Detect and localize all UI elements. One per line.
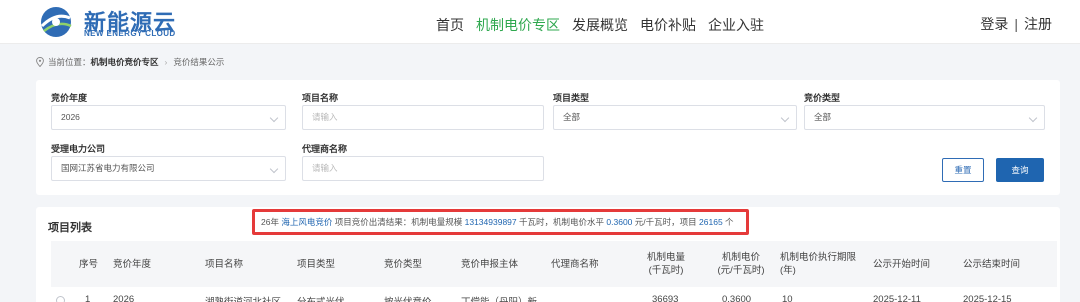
summary-text-2: 千瓦时，机制电价水平 bbox=[519, 217, 605, 227]
agent-placeholder: 请输入 bbox=[312, 163, 338, 173]
query-button[interactable]: 查询 bbox=[996, 158, 1044, 182]
col-price: 机制电价 (元/千瓦时) bbox=[717, 252, 765, 276]
col-volume: 机制电量 (千瓦时) bbox=[646, 252, 685, 276]
company-label: 受理电力公司 bbox=[51, 144, 106, 154]
register-link[interactable]: 注册 bbox=[1024, 16, 1052, 32]
login-link[interactable]: 登录 bbox=[980, 16, 1008, 32]
summary-count: 26165 bbox=[699, 217, 723, 227]
cell-bid-type: 按光伏竞价 bbox=[384, 294, 432, 302]
col-end-date: 公示结束时间 bbox=[963, 259, 1021, 270]
project-type-value: 全部 bbox=[563, 112, 581, 122]
cell-bid-entity: 丁偿能（丹阳）新 bbox=[461, 294, 537, 302]
company-value: 国网江苏省电力有限公司 bbox=[61, 163, 155, 173]
col-start-date: 公示开始时间 bbox=[873, 259, 931, 270]
summary-bid-type[interactable]: 海上风电竞价 bbox=[281, 217, 332, 227]
agent-input[interactable]: 请输入 bbox=[302, 156, 544, 181]
auth-separator: | bbox=[1014, 16, 1018, 32]
cell-start-date: 2025-12-11 bbox=[873, 294, 921, 302]
year-label: 竞价年度 bbox=[51, 93, 88, 103]
breadcrumb-section[interactable]: 机制电价竞价专区 bbox=[91, 56, 159, 68]
year-value: 2026 bbox=[61, 112, 80, 122]
breadcrumb-prefix: 当前位置： bbox=[48, 57, 91, 67]
top-header: 新能源云 NEW ENERGY CLOUD 首页 机制电价专区 发展概览 电价补… bbox=[0, 0, 1080, 44]
agent-label: 代理商名称 bbox=[302, 144, 348, 154]
radio-icon[interactable] bbox=[56, 296, 65, 302]
cell-period: 10 bbox=[782, 294, 793, 302]
cell-price: 0.3600 bbox=[722, 294, 752, 302]
breadcrumb: 当前位置： 机制电价竞价专区 › 竞价结果公示 bbox=[36, 56, 224, 68]
summary-year: 26年 bbox=[261, 217, 279, 227]
nav-subsidy[interactable]: 电价补贴 bbox=[640, 15, 696, 35]
chevron-down-icon bbox=[1028, 113, 1038, 123]
col-index: 序号 bbox=[79, 259, 99, 270]
company-select[interactable]: 国网江苏省电力有限公司 bbox=[51, 156, 286, 181]
col-bid-type: 竞价类型 bbox=[384, 259, 423, 270]
nav-enterprise[interactable]: 企业入驻 bbox=[708, 15, 764, 35]
summary-text-1: 项目竞价出清结果：机制电量规模 bbox=[334, 217, 463, 227]
nav-mechanism-price[interactable]: 机制电价专区 bbox=[476, 15, 560, 35]
filter-panel: 竞价年度 2026 项目名称 请输入 项目类型 全部 竞价类型 全部 受理电力公… bbox=[36, 80, 1060, 195]
chevron-down-icon bbox=[269, 164, 279, 174]
project-list-panel: 项目列表 26年 海上风电竞价 项目竞价出清结果：机制电量规模 13134939… bbox=[36, 207, 1060, 302]
summary-text-3: 元/千瓦时，项目 bbox=[634, 217, 697, 227]
cell-project-name[interactable]: 湖熟街道河北社区 bbox=[205, 294, 281, 302]
chevron-down-icon bbox=[780, 113, 790, 123]
logo-subtext: NEW ENERGY CLOUD bbox=[84, 29, 176, 38]
project-name-placeholder: 请输入 bbox=[312, 112, 338, 122]
logo-icon bbox=[40, 7, 72, 37]
col-year: 竞价年度 bbox=[113, 259, 152, 270]
summary-volume: 13134939897 bbox=[464, 217, 517, 227]
chevron-down-icon bbox=[269, 113, 279, 123]
reset-button[interactable]: 重置 bbox=[942, 158, 984, 182]
auth-links: 登录 | 注册 bbox=[980, 14, 1052, 34]
cell-project-type: 分布式光伏 bbox=[297, 294, 345, 302]
cell-volume: 36693 bbox=[652, 294, 679, 302]
bid-type-select[interactable]: 全部 bbox=[804, 105, 1045, 130]
location-pin-icon bbox=[36, 57, 44, 67]
breadcrumb-current: 竞价结果公示 bbox=[173, 57, 225, 67]
col-period: 机制电价执行期限 (年) bbox=[780, 252, 857, 276]
nav-home[interactable]: 首页 bbox=[436, 15, 464, 35]
table-row[interactable]: 1 2026 湖熟街道河北社区 分布式光伏 按光伏竞价 丁偿能（丹阳）新 366… bbox=[51, 287, 1057, 302]
col-bid-entity: 竞价申报主体 bbox=[461, 259, 519, 270]
cell-end-date: 2025-12-15 bbox=[963, 294, 1012, 302]
project-type-select[interactable]: 全部 bbox=[553, 105, 797, 130]
summary-text-4: 个 bbox=[725, 217, 734, 227]
bid-type-value: 全部 bbox=[814, 112, 832, 122]
nav-development[interactable]: 发展概览 bbox=[572, 15, 628, 35]
list-title: 项目列表 bbox=[48, 222, 92, 234]
bid-type-label: 竞价类型 bbox=[804, 93, 841, 103]
logo[interactable]: 新能源云 NEW ENERGY CLOUD bbox=[36, 4, 186, 40]
col-project-type: 项目类型 bbox=[297, 259, 336, 270]
col-project-name: 项目名称 bbox=[205, 259, 244, 270]
main-nav: 首页 机制电价专区 发展概览 电价补贴 企业入驻 bbox=[436, 15, 764, 35]
year-select[interactable]: 2026 bbox=[51, 105, 286, 130]
table-header: 序号 竞价年度 项目名称 项目类型 竞价类型 竞价申报主体 代理商名称 机制电量… bbox=[51, 241, 1057, 287]
cell-year: 2026 bbox=[113, 294, 135, 302]
col-agent: 代理商名称 bbox=[551, 259, 599, 270]
project-name-label: 项目名称 bbox=[302, 93, 339, 103]
cell-index: 1 bbox=[85, 294, 91, 302]
project-name-input[interactable]: 请输入 bbox=[302, 105, 544, 130]
chevron-right-icon: › bbox=[164, 57, 168, 67]
project-type-label: 项目类型 bbox=[553, 93, 590, 103]
result-summary: 26年 海上风电竞价 项目竞价出清结果：机制电量规模 13134939897 千… bbox=[252, 209, 749, 235]
summary-price: 0.3600 bbox=[606, 217, 633, 227]
